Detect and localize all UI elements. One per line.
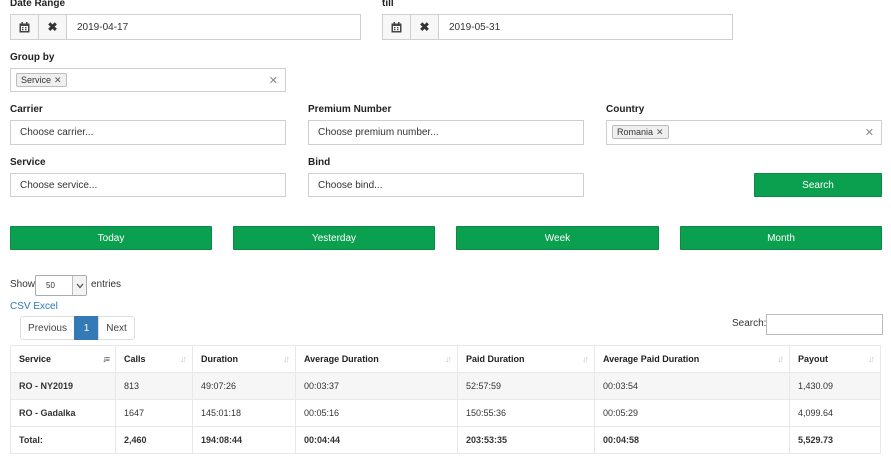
country-tag[interactable]: Romania ✕ (612, 125, 669, 139)
calendar-icon (19, 21, 30, 32)
column-header-average-paid-duration[interactable]: Average Paid Duration ↓↑ (594, 345, 790, 373)
clear-selection-icon[interactable]: ✕ (865, 126, 874, 139)
month-button[interactable]: Month (680, 226, 882, 250)
carrier-select[interactable]: Choose carrier... (10, 120, 286, 145)
paid-duration-cell: 150:55:36 (457, 399, 595, 427)
calendar-to-button[interactable] (382, 14, 411, 40)
date-from-input[interactable]: 2019-04-17 (66, 14, 361, 40)
group-by-select[interactable]: Service ✕ ✕ (10, 68, 286, 92)
remove-tag-icon[interactable]: ✕ (656, 127, 664, 138)
calls-cell: 1647 (115, 399, 193, 427)
total-average-duration-cell: 00:04:44 (295, 426, 458, 454)
service-cell: RO - Gadalka (10, 399, 116, 427)
column-header-average-duration[interactable]: Average Duration ↓↑ (295, 345, 458, 373)
payout-cell: 1,430.09 (789, 372, 881, 400)
calls-cell: 813 (115, 372, 193, 400)
sort-icon: ↓↑ (777, 354, 784, 364)
group-by-tag[interactable]: Service ✕ (16, 73, 67, 87)
sort-icon: ↓↑ (868, 354, 875, 364)
next-page-button[interactable]: Next (98, 316, 135, 340)
close-icon: ✖ (419, 20, 430, 34)
table-row: RO - NY2019 813 49:07:26 00:03:37 52:57:… (10, 372, 881, 400)
average-duration-cell: 00:03:37 (295, 372, 458, 400)
premium-number-select[interactable]: Choose premium number... (308, 120, 584, 145)
close-icon: ✖ (47, 20, 58, 34)
sort-icon: ↓↑ (283, 354, 290, 364)
table-total-row: Total: 2,460 194:08:44 00:04:44 203:53:3… (10, 426, 881, 454)
search-button[interactable]: Search (754, 173, 882, 197)
column-header-calls[interactable]: Calls ↓↑ (115, 345, 193, 373)
payout-cell: 4,099.64 (789, 399, 881, 427)
total-label-cell: Total: (10, 426, 116, 454)
entries-label: entries (91, 279, 122, 290)
service-cell: RO - NY2019 (10, 372, 116, 400)
calendar-icon (391, 21, 402, 32)
total-duration-cell: 194:08:44 (192, 426, 296, 454)
previous-page-button[interactable]: Previous (20, 316, 75, 340)
service-label: Service (10, 157, 46, 168)
clear-from-button[interactable]: ✖ (38, 14, 67, 40)
sort-icon: ↓↑ (445, 354, 452, 364)
table-row: RO - Gadalka 1647 145:01:18 00:05:16 150… (10, 399, 881, 427)
paid-duration-cell: 52:57:59 (457, 372, 595, 400)
country-select[interactable]: Romania ✕ ✕ (606, 120, 882, 145)
bind-label: Bind (308, 157, 331, 168)
remove-tag-icon[interactable]: ✕ (54, 75, 62, 86)
average-paid-duration-cell: 00:05:29 (594, 399, 790, 427)
entries-select[interactable]: 50 (35, 275, 87, 296)
today-button[interactable]: Today (10, 226, 212, 250)
csv-link[interactable]: CSV (10, 301, 31, 312)
chevron-down-icon (72, 276, 86, 295)
sort-icon: ↓↑ (582, 354, 589, 364)
total-calls-cell: 2,460 (115, 426, 193, 454)
table-header-row: Service ↓≡ Calls ↓↑ Duration ↓↑ Average Dur… (10, 345, 881, 373)
total-average-paid-duration-cell: 00:04:58 (594, 426, 790, 454)
yesterday-button[interactable]: Yesterday (233, 226, 435, 250)
calendar-from-button[interactable] (10, 14, 39, 40)
duration-cell: 49:07:26 (192, 372, 296, 400)
column-header-service[interactable]: Service ↓≡ (10, 345, 116, 373)
till-label: till (382, 0, 394, 9)
report-table: Service ↓≡ Calls ↓↑ Duration ↓↑ Average Dur… (10, 345, 881, 454)
show-label: Show (10, 279, 36, 290)
total-payout-cell: 5,529.73 (789, 426, 881, 454)
sort-icon: ↓↑ (180, 354, 187, 364)
week-button[interactable]: Week (456, 226, 659, 250)
average-duration-cell: 00:05:16 (295, 399, 458, 427)
export-links: CSV Excel (10, 301, 58, 312)
date-range-label: Date Range (10, 0, 66, 9)
group-by-tag-label: Service (21, 75, 52, 85)
entries-value: 50 (46, 281, 55, 290)
column-header-payout[interactable]: Payout ↓↑ (789, 345, 881, 373)
country-tag-label: Romania (617, 127, 654, 137)
total-paid-duration-cell: 203:53:35 (457, 426, 595, 454)
country-label: Country (606, 104, 645, 115)
service-select[interactable]: Choose service... (10, 173, 286, 197)
premium-number-label: Premium Number (308, 104, 392, 115)
group-by-label: Group by (10, 52, 55, 63)
page-1-button[interactable]: 1 (74, 316, 99, 340)
excel-link[interactable]: Excel (33, 301, 57, 312)
column-header-duration[interactable]: Duration ↓↑ (192, 345, 296, 373)
average-paid-duration-cell: 00:03:54 (594, 372, 790, 400)
sort-desc-icon: ↓≡ (102, 354, 110, 364)
table-search-input[interactable] (766, 314, 883, 335)
search-label: Search: (732, 318, 767, 329)
date-to-input[interactable]: 2019-05-31 (438, 14, 733, 40)
duration-cell: 145:01:18 (192, 399, 296, 427)
clear-selection-icon[interactable]: ✕ (269, 74, 278, 87)
column-header-paid-duration[interactable]: Paid Duration ↓↑ (457, 345, 595, 373)
carrier-label: Carrier (10, 104, 43, 115)
bind-select[interactable]: Choose bind... (308, 173, 584, 197)
clear-to-button[interactable]: ✖ (410, 14, 439, 40)
